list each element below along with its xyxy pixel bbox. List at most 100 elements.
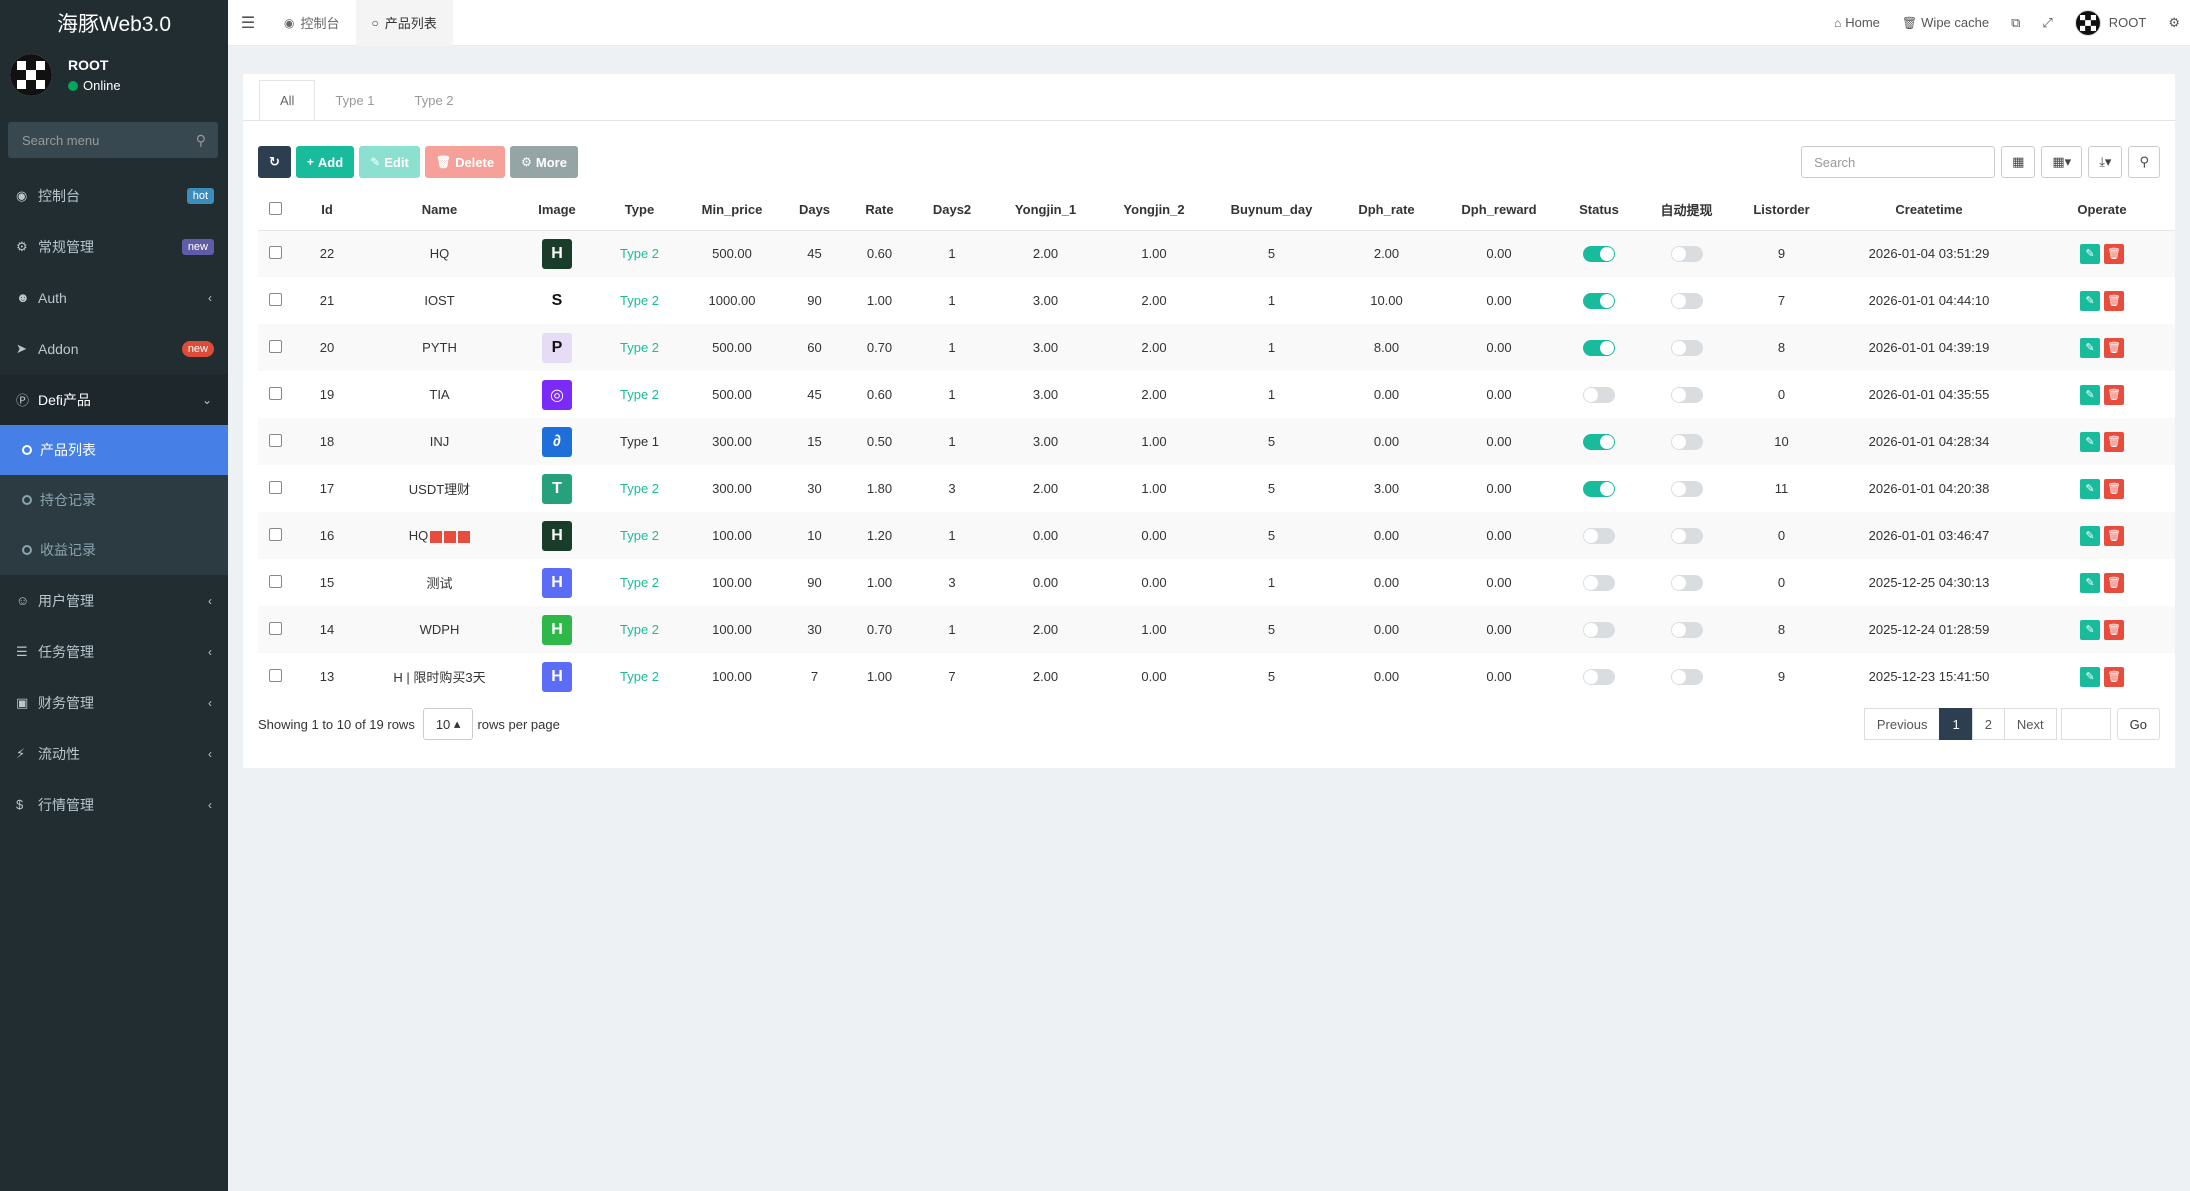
more-button[interactable]: ⚙ More [510, 146, 578, 178]
column-header[interactable]: Buynum_day [1209, 190, 1334, 231]
row-checkbox[interactable] [268, 339, 282, 353]
delete-row-button[interactable]: 🗑 [2104, 572, 2124, 593]
go-button[interactable]: Go [2116, 708, 2160, 740]
page-jump-input[interactable] [2060, 708, 2111, 740]
type-link[interactable]: Type 2 [620, 481, 659, 496]
delete-row-button[interactable]: 🗑 [2104, 525, 2124, 546]
column-header[interactable]: Image [517, 190, 597, 231]
search-button[interactable]: ⚲ [2128, 146, 2160, 178]
app-logo[interactable]: 海豚Web3.0 [0, 0, 228, 46]
status-cell[interactable] [1559, 324, 1639, 371]
edit-row-button[interactable]: ✎ [2080, 337, 2100, 358]
status-cell[interactable] [1559, 465, 1639, 512]
export-dropdown[interactable]: ⤓▾ [2088, 146, 2123, 178]
status-toggle[interactable] [1583, 246, 1615, 263]
table-row[interactable]: 21 IOST S Type 2 1000.00 90 1.00 1 3.00 2.00 1 10.0… [258, 277, 2175, 324]
type-link[interactable]: Type 2 [620, 669, 659, 684]
auto-withdraw-toggle[interactable] [1670, 527, 1703, 544]
status-cell[interactable] [1559, 418, 1639, 465]
row-select-cell[interactable] [258, 418, 292, 465]
sidebar-item-liquidity[interactable]: ⚡ 流动性 ‹ [0, 728, 228, 779]
column-header[interactable]: Yongjin_1 [992, 190, 1099, 231]
table-search-input[interactable]: Search [1801, 146, 1996, 178]
table-row[interactable]: 13 H | 限时购买3天 H Type 2 100.00 7 1.00 7 2.00 0.00 5… [258, 653, 2175, 700]
type-cell[interactable]: Type 2 [597, 371, 682, 418]
sidebar-item-finance[interactable]: ▣ 财务管理 ‹ [0, 677, 228, 728]
page-button-2[interactable]: 2 [1971, 708, 2005, 740]
add-button[interactable]: + Add [295, 146, 355, 178]
tab-type1[interactable]: Type 1 [315, 80, 394, 120]
auto-withdraw-cell[interactable] [1639, 371, 1734, 418]
row-select-cell[interactable] [258, 324, 292, 371]
auto-withdraw-toggle[interactable] [1670, 339, 1703, 356]
delete-row-button[interactable]: 🗑 [2104, 384, 2124, 405]
column-header[interactable]: Min_price [682, 190, 782, 231]
tab-all[interactable]: All [259, 80, 316, 120]
type-cell[interactable]: Type 2 [597, 277, 682, 324]
row-checkbox[interactable] [268, 292, 282, 306]
status-toggle[interactable] [1583, 527, 1615, 544]
type-link[interactable]: Type 2 [620, 387, 659, 402]
hamburger-menu-icon[interactable]: ☰ [228, 13, 268, 33]
type-cell[interactable]: Type 1 [597, 418, 682, 465]
column-header[interactable]: Listorder [1734, 190, 1829, 231]
sidebar-item-auth[interactable]: ☻ Auth ‹ [0, 272, 228, 323]
row-select-cell[interactable] [258, 230, 292, 277]
table-row[interactable]: 18 INJ ∂ Type 1 300.00 15 0.50 1 3.00 1.00 5 0.00 0.… [258, 418, 2175, 465]
status-cell[interactable] [1559, 606, 1639, 653]
auto-withdraw-cell[interactable] [1639, 324, 1734, 371]
column-header[interactable]: Rate [847, 190, 912, 231]
column-header[interactable]: Yongjin_2 [1099, 190, 1209, 231]
edit-row-button[interactable]: ✎ [2080, 290, 2100, 311]
delete-row-button[interactable]: 🗑 [2104, 337, 2124, 358]
auto-withdraw-toggle[interactable] [1670, 621, 1703, 638]
type-link[interactable]: Type 2 [620, 575, 659, 590]
auto-withdraw-toggle[interactable] [1670, 574, 1703, 591]
status-cell[interactable] [1559, 653, 1639, 700]
fullscreen-icon[interactable]: ⤢ [2042, 15, 2052, 31]
status-toggle[interactable] [1583, 292, 1615, 309]
auto-withdraw-cell[interactable] [1639, 653, 1734, 700]
column-header[interactable]: Id [292, 190, 362, 231]
row-select-cell[interactable] [258, 559, 292, 606]
status-toggle[interactable] [1583, 668, 1615, 685]
delete-row-button[interactable]: 🗑 [2104, 290, 2124, 311]
search-icon[interactable]: ⚲ [196, 132, 206, 149]
auto-withdraw-cell[interactable] [1639, 277, 1734, 324]
delete-row-button[interactable]: 🗑 [2104, 243, 2124, 264]
tab-dashboard[interactable]: ◉ 控制台 [268, 0, 356, 46]
row-select-cell[interactable] [258, 606, 292, 653]
delete-row-button[interactable]: 🗑 [2104, 431, 2124, 452]
sidebar-item-general[interactable]: ⚙ 常规管理 new [0, 221, 228, 272]
table-row[interactable]: 17 USDT理财 T Type 2 300.00 30 1.80 3 2.00 1.00 5 3.0… [258, 465, 2175, 512]
sidebar-item-tasks[interactable]: ☰ 任务管理 ‹ [0, 626, 228, 677]
status-cell[interactable] [1559, 277, 1639, 324]
auto-withdraw-cell[interactable] [1639, 230, 1734, 277]
sidebar-item-addon[interactable]: ➤ Addon new [0, 323, 228, 374]
status-toggle[interactable] [1583, 386, 1615, 403]
status-cell[interactable] [1559, 512, 1639, 559]
column-header[interactable]: Type [597, 190, 682, 231]
select-all-checkbox[interactable] [268, 201, 282, 215]
type-cell[interactable]: Type 2 [597, 606, 682, 653]
auto-withdraw-toggle[interactable] [1670, 433, 1703, 450]
type-link[interactable]: Type 2 [620, 246, 659, 261]
table-row[interactable]: 19 TIA ◎ Type 2 500.00 45 0.60 1 3.00 2.00 1 0.00 0.… [258, 371, 2175, 418]
tab-type2[interactable]: Type 2 [394, 80, 473, 120]
auto-withdraw-toggle[interactable] [1670, 386, 1703, 403]
type-cell[interactable]: Type 2 [597, 230, 682, 277]
edit-row-button[interactable]: ✎ [2080, 384, 2100, 405]
auto-withdraw-cell[interactable] [1639, 465, 1734, 512]
auto-withdraw-toggle[interactable] [1670, 480, 1703, 497]
page-size-dropdown[interactable]: 10 ▴ [422, 708, 474, 740]
row-checkbox[interactable] [268, 574, 282, 588]
table-row[interactable]: 20 PYTH P Type 2 500.00 60 0.70 1 3.00 2.00 1 8.00 0… [258, 324, 2175, 371]
table-row[interactable]: 22 HQ H Type 2 500.00 45 0.60 1 2.00 1.00 5 2.00 0.0… [258, 230, 2175, 277]
column-header[interactable]: Dph_reward [1439, 190, 1559, 231]
sidebar-item-market[interactable]: $ 行情管理 ‹ [0, 779, 228, 830]
row-select-cell[interactable] [258, 465, 292, 512]
row-checkbox[interactable] [268, 245, 282, 259]
column-header[interactable]: Name [362, 190, 517, 231]
row-checkbox[interactable] [268, 621, 282, 635]
sidebar-item-defi[interactable]: Ⓟ Defi产品 ⌄ [0, 374, 228, 425]
